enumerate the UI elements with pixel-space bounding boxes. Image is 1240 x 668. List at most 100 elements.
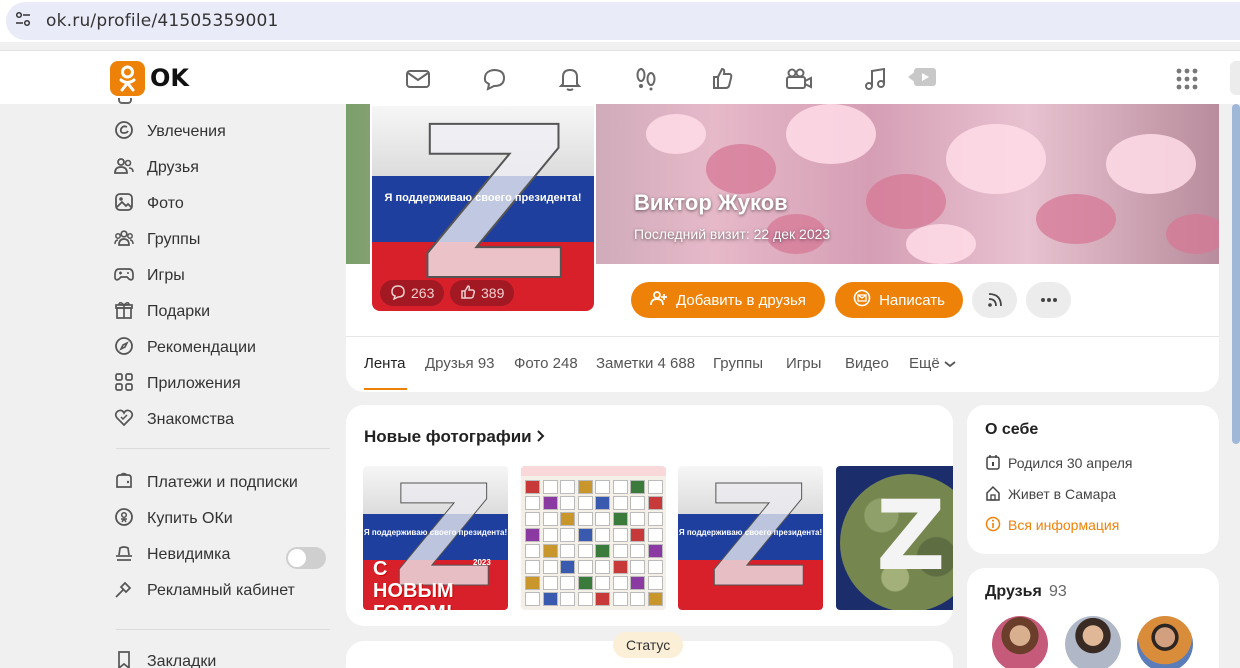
bookmark-icon — [114, 650, 134, 668]
avatar-likes[interactable]: 389 — [450, 280, 515, 306]
poster-cell — [525, 528, 540, 542]
tab-games[interactable]: Игры — [786, 355, 821, 372]
poster-cell — [577, 576, 593, 590]
poster-cell — [560, 576, 575, 590]
friends-title[interactable]: Друзья — [985, 583, 1042, 601]
video-icon[interactable] — [906, 65, 936, 93]
all-info-link[interactable]: Вся информация — [985, 515, 1119, 535]
poster-cell — [560, 480, 575, 494]
poster-cell — [577, 496, 593, 510]
poster-cell — [612, 544, 628, 558]
photo-thumbnail[interactable]: Z Я поддерживаю своего президента! — [678, 466, 823, 610]
poster-cell — [612, 576, 628, 590]
poster-cell — [647, 544, 663, 558]
new-photos-title[interactable]: Новые фотографии — [364, 427, 545, 447]
more-dots-icon — [1040, 297, 1058, 303]
sidebar-item-photo[interactable]: Фото — [114, 192, 184, 216]
sidebar-item-dating[interactable]: Знакомства — [114, 408, 234, 432]
status-pill[interactable]: Статус — [613, 632, 684, 658]
sidebar-item-apps[interactable]: Приложения — [114, 372, 241, 396]
sidebar-item-groups[interactable]: Группы — [114, 228, 200, 252]
user-menu-edge[interactable] — [1230, 61, 1240, 95]
sidebar-item-ads[interactable]: Рекламный кабинет — [114, 579, 295, 603]
about-birthday: Родился 30 апреля — [985, 453, 1133, 473]
about-card: О себе Родился 30 апреля Живет в Самара … — [967, 405, 1219, 554]
envelope-icon — [853, 289, 879, 311]
rss-icon — [987, 292, 1003, 308]
mail-icon[interactable] — [404, 65, 432, 93]
poster-cell — [647, 576, 663, 590]
tab-friends[interactable]: Друзья 93 — [425, 355, 495, 372]
poster-cell — [577, 560, 593, 574]
bell-icon[interactable] — [556, 65, 584, 93]
url-text[interactable]: ok.ru/profile/41505359001 — [46, 11, 279, 31]
active-tab-indicator — [364, 388, 407, 390]
poster-cell — [595, 528, 610, 542]
tab-groups[interactable]: Группы — [713, 355, 763, 372]
chat-icon[interactable] — [480, 65, 508, 93]
poster-cell — [560, 560, 575, 574]
sidebar-item-label: Друзья — [147, 159, 199, 176]
tab-more[interactable]: Ещё — [909, 355, 956, 372]
tab-photos[interactable]: Фото 248 — [514, 355, 578, 372]
tab-feed[interactable]: Лента — [364, 355, 406, 372]
friend-avatar[interactable] — [1065, 616, 1121, 668]
wallet-icon — [114, 471, 134, 496]
tab-video[interactable]: Видео — [845, 355, 889, 372]
poster-cell — [630, 560, 645, 574]
more-actions-button[interactable] — [1026, 282, 1071, 318]
coin-icon — [114, 507, 134, 532]
poster-cell — [612, 512, 628, 526]
friends-icon — [114, 156, 134, 181]
incognito-icon — [114, 543, 134, 568]
sidebar-item-label: Рекламный кабинет — [147, 582, 295, 599]
sidebar-item-friends[interactable]: Друзья — [114, 156, 199, 180]
poster-cell — [525, 512, 540, 526]
poster-cell — [630, 512, 645, 526]
sidebar-item-label: Подарки — [147, 303, 211, 320]
photo-thumbnail[interactable] — [521, 466, 666, 610]
poster-cell — [577, 544, 593, 558]
avatar-comments[interactable]: 263 — [380, 280, 445, 306]
poster-cell — [647, 512, 663, 526]
guests-icon[interactable] — [632, 65, 660, 93]
write-message-button[interactable]: Написать — [835, 282, 963, 318]
poster-cell — [647, 528, 663, 542]
poster-cell — [542, 576, 558, 590]
add-friend-button[interactable]: Добавить в друзья — [631, 282, 825, 318]
poster-cell — [647, 592, 663, 606]
sidebar-item-games[interactable]: Игры — [114, 264, 185, 288]
sidebar-item-recommendations[interactable]: Рекомендации — [114, 336, 256, 360]
tabs-divider — [346, 336, 1219, 337]
sidebar-item-label: Знакомства — [147, 411, 235, 428]
site-settings-icon[interactable] — [10, 6, 36, 32]
photo-thumbnail[interactable]: Z Я поддерживаю своего президента! С НОВ… — [363, 466, 508, 610]
sidebar-item-bookmarks[interactable]: Закладки — [114, 650, 216, 668]
friend-avatar[interactable] — [1137, 616, 1193, 668]
sidebar-item-payments[interactable]: Платежи и подписки — [114, 471, 298, 495]
ok-logo[interactable]: OK — [110, 60, 189, 96]
invisible-toggle[interactable] — [286, 547, 326, 569]
tab-notes[interactable]: Заметки 4 688 — [596, 355, 695, 372]
subscribe-button[interactable] — [972, 282, 1017, 318]
music-icon[interactable] — [862, 65, 890, 93]
about-location: Живет в Самара — [985, 484, 1116, 504]
friend-avatar[interactable] — [992, 616, 1048, 668]
video-camera-icon[interactable] — [784, 65, 812, 93]
poster-cell — [542, 528, 558, 542]
poster-cell — [647, 560, 663, 574]
sidebar-item-label: Игры — [147, 267, 185, 284]
year-label: 2023 — [473, 558, 491, 567]
poster-cell — [525, 560, 540, 574]
page-scrollbar[interactable] — [1232, 104, 1240, 444]
apps-menu-icon[interactable] — [1176, 68, 1198, 90]
sidebar-item-invisible[interactable]: Невидимка — [114, 543, 230, 567]
poster-cell — [630, 496, 645, 510]
sidebar-item-gifts[interactable]: Подарки — [114, 300, 210, 324]
sidebar-item-hobbies[interactable]: Увлечения — [114, 120, 226, 144]
like-icon[interactable] — [708, 65, 736, 93]
sidebar-item-buy-oki[interactable]: Купить ОКи — [114, 507, 233, 531]
photo-thumbnail[interactable]: Z — [836, 466, 953, 610]
write-label: Написать — [879, 291, 945, 309]
profile-avatar[interactable]: Z Я поддерживаю своего президента! 263 3… — [370, 104, 596, 313]
